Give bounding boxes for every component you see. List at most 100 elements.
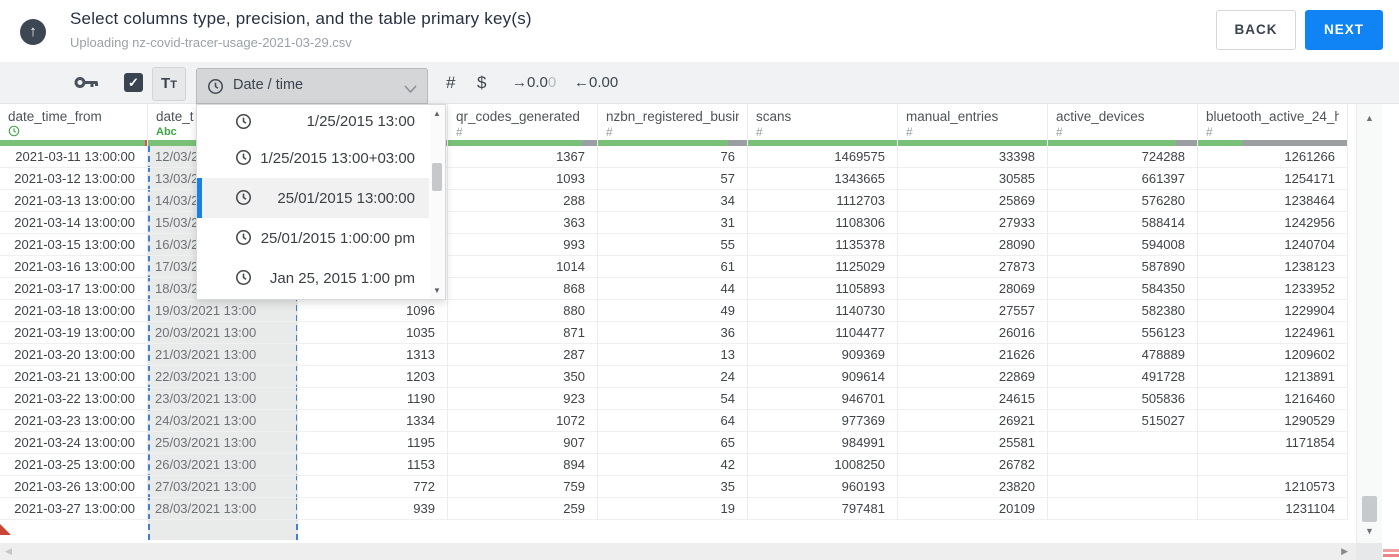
table-cell[interactable]: 2021-03-23 13:00:00 [0, 410, 147, 432]
table-cell[interactable]: 1334 [298, 410, 447, 432]
table-cell[interactable]: 1343665 [748, 168, 897, 190]
dropdown-item[interactable]: 1/25/2015 13:00+03:00 [197, 138, 429, 178]
table-cell[interactable]: 1313 [298, 344, 447, 366]
table-cell[interactable]: 28090 [898, 234, 1047, 256]
table-cell[interactable]: 54 [598, 388, 747, 410]
increase-decimal-button[interactable]: →0.00 [512, 62, 556, 104]
table-cell[interactable]: 1153 [298, 454, 447, 476]
table-cell[interactable]: 939 [298, 498, 447, 520]
scroll-left-icon[interactable]: ◀ [5, 546, 12, 557]
table-cell[interactable]: 1238123 [1198, 256, 1347, 278]
table-cell[interactable]: 582380 [1048, 300, 1197, 322]
table-cell[interactable]: 61 [598, 256, 747, 278]
primary-key-icon[interactable] [74, 75, 100, 95]
table-cell[interactable]: 1238464 [1198, 190, 1347, 212]
table-cell[interactable]: 1367 [448, 146, 597, 168]
table-cell[interactable]: 1190 [298, 388, 447, 410]
table-cell[interactable]: 2021-03-21 13:00:00 [0, 366, 147, 388]
table-cell[interactable]: 1195 [298, 432, 447, 454]
table-cell[interactable]: 33398 [898, 146, 1047, 168]
table-cell[interactable]: 588414 [1048, 212, 1197, 234]
table-cell[interactable]: 2021-03-22 13:00:00 [0, 388, 147, 410]
table-cell[interactable]: 2021-03-27 13:00:00 [0, 498, 147, 520]
table-cell[interactable]: 1104477 [748, 322, 897, 344]
table-cell[interactable]: 363 [448, 212, 597, 234]
dropdown-item[interactable]: 25/01/2015 13:00:00 [197, 178, 429, 218]
horizontal-scrollbar[interactable]: ◀ ▶ [0, 543, 1356, 560]
table-cell[interactable]: 76 [598, 146, 747, 168]
table-cell[interactable]: 2021-03-15 13:00:00 [0, 234, 147, 256]
column-header[interactable]: active_devices # [1048, 104, 1197, 140]
column-header[interactable]: bluetooth_active_24_hr_# [1198, 104, 1347, 140]
table-cell[interactable]: 21/03/2021 13:00 [148, 344, 297, 366]
table-cell[interactable]: 28069 [898, 278, 1047, 300]
table-cell[interactable]: 25581 [898, 432, 1047, 454]
table-cell[interactable]: 1469575 [748, 146, 897, 168]
table-cell[interactable]: 26016 [898, 322, 1047, 344]
table-cell[interactable]: 871 [448, 322, 597, 344]
table-cell[interactable]: 2021-03-17 13:00:00 [0, 278, 147, 300]
table-cell[interactable]: 24 [598, 366, 747, 388]
table-cell[interactable]: 960193 [748, 476, 897, 498]
column-header[interactable]: nzbn_registered_busine # [598, 104, 747, 140]
table-cell[interactable]: 25/03/2021 13:00 [148, 432, 297, 454]
dropdown-item[interactable]: 1/25/2015 13:00 [197, 105, 429, 138]
table-cell[interactable]: 27/03/2021 13:00 [148, 476, 297, 498]
table-cell[interactable]: 923 [448, 388, 597, 410]
table-cell[interactable]: 1014 [448, 256, 597, 278]
table-cell[interactable] [1048, 432, 1197, 454]
table-cell[interactable]: 22869 [898, 366, 1047, 388]
column-header[interactable]: date_time_from [0, 104, 147, 140]
table-cell[interactable] [1198, 454, 1347, 476]
table-cell[interactable]: 505836 [1048, 388, 1197, 410]
table-cell[interactable]: 993 [448, 234, 597, 256]
table-cell[interactable]: 2021-03-19 13:00:00 [0, 322, 147, 344]
table-cell[interactable]: 1224961 [1198, 322, 1347, 344]
table-cell[interactable]: 26/03/2021 13:00 [148, 454, 297, 476]
table-cell[interactable]: 259 [448, 498, 597, 520]
table-cell[interactable]: 1008250 [748, 454, 897, 476]
table-cell[interactable]: 907 [448, 432, 597, 454]
table-cell[interactable]: 880 [448, 300, 597, 322]
table-cell[interactable]: 2021-03-14 13:00:00 [0, 212, 147, 234]
table-cell[interactable]: 350 [448, 366, 597, 388]
table-cell[interactable]: 31 [598, 212, 747, 234]
table-cell[interactable]: 1171854 [1198, 432, 1347, 454]
dropdown-scrollbar[interactable]: ▲ ▼ [430, 105, 445, 299]
table-cell[interactable]: 49 [598, 300, 747, 322]
table-cell[interactable]: 25869 [898, 190, 1047, 212]
table-cell[interactable]: 2021-03-13 13:00:00 [0, 190, 147, 212]
text-type-button[interactable]: TT [152, 67, 186, 101]
table-cell[interactable]: 65 [598, 432, 747, 454]
table-cell[interactable]: 24615 [898, 388, 1047, 410]
table-cell[interactable]: 1233952 [1198, 278, 1347, 300]
table-cell[interactable]: 64 [598, 410, 747, 432]
table-cell[interactable]: 24/03/2021 13:00 [148, 410, 297, 432]
table-cell[interactable]: 1105893 [748, 278, 897, 300]
integer-type-button[interactable]: # [446, 62, 455, 104]
table-cell[interactable]: 984991 [748, 432, 897, 454]
table-cell[interactable]: 57 [598, 168, 747, 190]
decrease-decimal-button[interactable]: ←0.00 [574, 62, 618, 104]
table-cell[interactable]: 1125029 [748, 256, 897, 278]
table-cell[interactable]: 1210573 [1198, 476, 1347, 498]
table-cell[interactable]: 288 [448, 190, 597, 212]
table-cell[interactable]: 1242956 [1198, 212, 1347, 234]
table-cell[interactable]: 1096 [298, 300, 447, 322]
table-cell[interactable] [1048, 476, 1197, 498]
table-cell[interactable]: 515027 [1048, 410, 1197, 432]
table-cell[interactable]: 1035 [298, 322, 447, 344]
vertical-scrollbar[interactable]: ▲ ▼ [1356, 104, 1382, 543]
table-cell[interactable]: 2021-03-20 13:00:00 [0, 344, 147, 366]
vertical-scroll-thumb[interactable] [1362, 496, 1377, 522]
table-cell[interactable]: 1209602 [1198, 344, 1347, 366]
table-cell[interactable]: 1135378 [748, 234, 897, 256]
dropdown-scroll-thumb[interactable] [432, 163, 442, 191]
scroll-up-icon[interactable]: ▲ [1365, 113, 1374, 123]
currency-type-button[interactable]: $ [477, 62, 486, 104]
dropdown-item[interactable]: 25/01/2015 1:00:00 pm [197, 218, 429, 258]
table-cell[interactable]: 13 [598, 344, 747, 366]
table-cell[interactable]: 977369 [748, 410, 897, 432]
table-cell[interactable] [1048, 498, 1197, 520]
table-cell[interactable]: 1261266 [1198, 146, 1347, 168]
